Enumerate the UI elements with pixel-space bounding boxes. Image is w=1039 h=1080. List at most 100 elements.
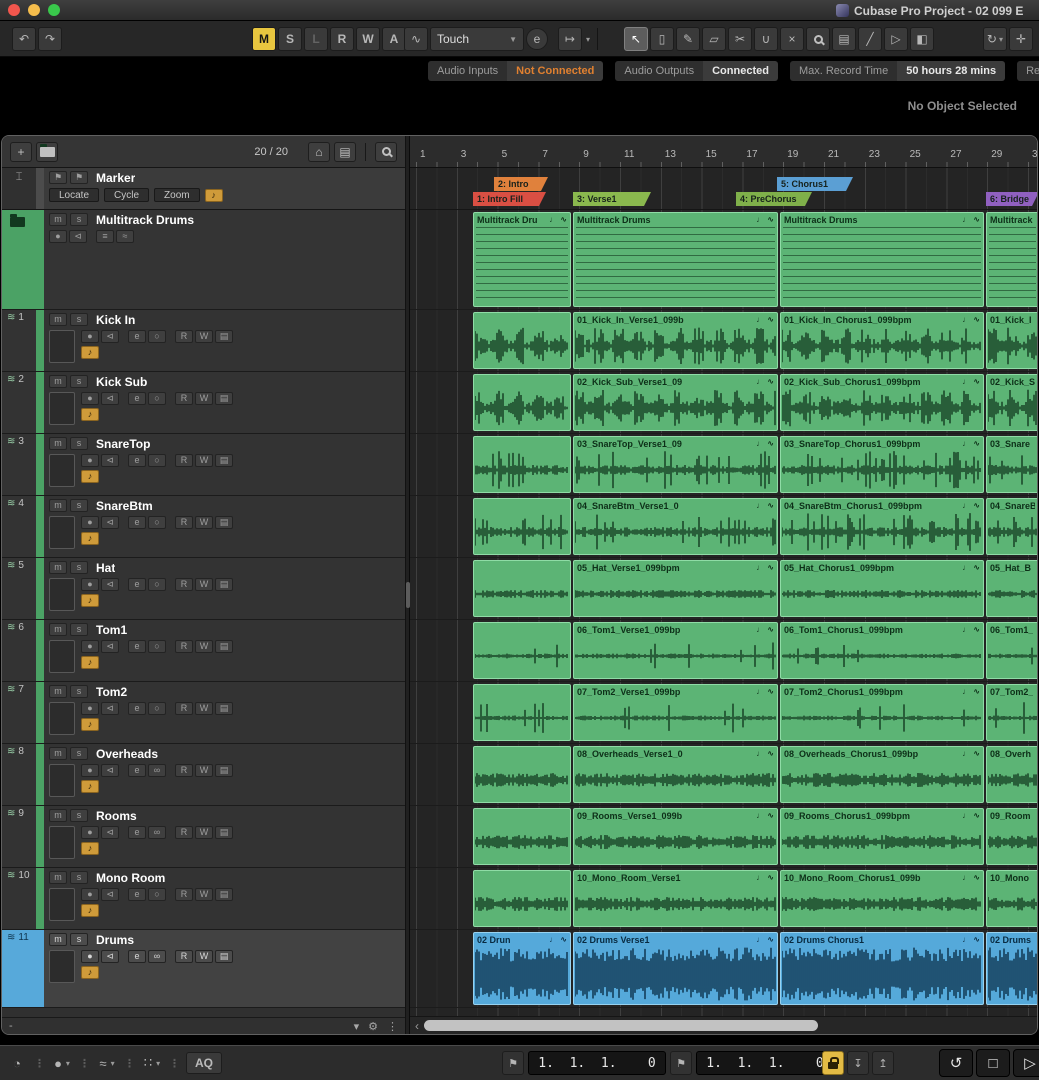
audio-event-04-snarebtm-chorus1-099bpm[interactable]: 04_SnareBtm_Chorus1_099bpm♩∿ [780, 498, 984, 555]
track-picture[interactable] [49, 826, 75, 859]
audio-event-09-rooms-chorus1-099bpm[interactable]: 09_Rooms_Chorus1_099bpm♩∿ [780, 808, 984, 865]
mute-automation-button[interactable]: M [252, 27, 276, 51]
edit-channel-button[interactable]: e [128, 578, 146, 591]
comp-tool[interactable]: ▤ [832, 27, 856, 51]
audio-event-02-drums[interactable]: 02 Drums [986, 932, 1037, 1005]
monitor-button[interactable]: ⊲ [101, 392, 119, 405]
track-picture[interactable] [49, 578, 75, 611]
solo-button[interactable]: s [70, 809, 88, 822]
audio-event-03-snaretop-chorus1-099bpm[interactable]: 03_SnareTop_Chorus1_099bpm♩∿ [780, 436, 984, 493]
marker-6-bridge[interactable]: 6: Bridge [986, 192, 1037, 206]
record-enable-button[interactable]: ● [81, 454, 99, 467]
use-track-preset-button[interactable] [36, 142, 58, 162]
read-automation-button[interactable]: R [175, 950, 193, 963]
write-automation-button[interactable]: W [195, 888, 213, 901]
track-picture[interactable] [49, 392, 75, 425]
show-lanes-button[interactable]: ▤ [215, 764, 233, 777]
zoom-window-button[interactable] [48, 4, 60, 16]
inserts-state-button[interactable]: ○ [148, 516, 166, 529]
audio-event-04-snareb[interactable]: 04_SnareB [986, 498, 1037, 555]
audio-event-snarebtm-0[interactable] [473, 498, 571, 555]
zoom-tracks-out-button[interactable]: - [9, 1020, 13, 1032]
track-list-config-button[interactable]: ▤ [334, 142, 356, 162]
solo-button[interactable]: s [70, 871, 88, 884]
inserts-state-button[interactable]: ○ [148, 454, 166, 467]
add-marker-button[interactable]: ⚑ [49, 171, 67, 184]
track-header-hat[interactable]: ≋5msHat●⊲e○RW▤♪ [2, 558, 405, 620]
edit-channel-button[interactable]: e [128, 888, 146, 901]
audio-event-multitrack[interactable]: Multitrack [986, 212, 1037, 307]
audio-event-02-drums-chorus1[interactable]: 02 Drums Chorus1♩∿ [780, 932, 984, 1005]
audio-event-01-kick-in-chorus1-099bpm[interactable]: 01_Kick_In_Chorus1_099bpm♩∿ [780, 312, 984, 369]
monitor-button[interactable]: ⊲ [101, 578, 119, 591]
left-locator-display[interactable]: 1. 1. 1. 0 [528, 1051, 666, 1075]
read-automation-button[interactable]: R [175, 640, 193, 653]
record-enable-button[interactable]: ● [81, 578, 99, 591]
track-header-snaretop[interactable]: ≋3msSnareTop●⊲e○RW▤♪ [2, 434, 405, 496]
marker-4-prechorus[interactable]: 4: PreChorus [736, 192, 812, 206]
write-automation-button[interactable]: W [195, 330, 213, 343]
musical-timebase-button[interactable]: ♪ [81, 904, 99, 917]
show-lanes-button[interactable]: ▤ [215, 950, 233, 963]
audio-event-10-mono[interactable]: 10_Mono [986, 870, 1037, 927]
track-header-mono-room[interactable]: ≋10msMono Room●⊲e○RW▤♪ [2, 868, 405, 930]
audio-event-06-tom1[interactable]: 06_Tom1_ [986, 622, 1037, 679]
track-picture[interactable] [49, 888, 75, 921]
write-automation-button[interactable]: W [195, 516, 213, 529]
record-enable-button[interactable]: ● [81, 640, 99, 653]
write-automation-button[interactable]: W [195, 454, 213, 467]
audio-event-04-snarebtm-verse1-0[interactable]: 04_SnareBtm_Verse1_0♩∿ [573, 498, 778, 555]
edit-channel-button[interactable]: e [128, 764, 146, 777]
solo-button[interactable]: s [70, 213, 88, 226]
track-picture[interactable] [49, 516, 75, 549]
audio-event-02-kick-sub-chorus1-099bpm[interactable]: 02_Kick_Sub_Chorus1_099bpm♩∿ [780, 374, 984, 431]
snap-mode-button[interactable]: ↻▾ [983, 27, 1007, 51]
edit-channel-button[interactable]: e [128, 640, 146, 653]
audio-event-07-tom2-chorus1-099bpm[interactable]: 07_Tom2_Chorus1_099bpm♩∿ [780, 684, 984, 741]
solo-button[interactable]: s [70, 561, 88, 574]
redo-button[interactable]: ↷ [38, 27, 62, 51]
inserts-state-button[interactable]: ○ [148, 888, 166, 901]
play-tool[interactable]: ▷ [884, 27, 908, 51]
inserts-state-button[interactable]: ○ [148, 578, 166, 591]
audio-event-08-overh[interactable]: 08_Overh [986, 746, 1037, 803]
constrain-delay-button[interactable]: ◔ [6, 1051, 28, 1075]
zoom-tool[interactable] [806, 27, 830, 51]
track-picture[interactable] [49, 330, 75, 363]
track-header-overheads[interactable]: ≋8msOverheads●⊲e∞RW▤♪ [2, 744, 405, 806]
mute-button[interactable]: m [49, 747, 67, 760]
line-tool[interactable]: ╱ [858, 27, 882, 51]
write-automation-button[interactable]: W [195, 950, 213, 963]
record-enable-button[interactable]: ● [81, 888, 99, 901]
read-automation-button[interactable]: R [175, 454, 193, 467]
read-automation-button[interactable]: R [175, 888, 193, 901]
autoscroll-options-chevron[interactable]: ▾ [586, 35, 590, 44]
scroll-left-arrow-icon[interactable]: ‹ [410, 1019, 424, 1033]
track-header-kick-in[interactable]: ≋1msKick In●⊲e○RW▤♪ [2, 310, 405, 372]
audio-event-snaretop-0[interactable] [473, 436, 571, 493]
record-mode-button[interactable]: ●▾ [51, 1051, 73, 1075]
track-header-tom2[interactable]: ≋7msTom2●⊲e○RW▤♪ [2, 682, 405, 744]
audio-event-tom2-0[interactable] [473, 684, 571, 741]
audio-event-mono-room-0[interactable] [473, 870, 571, 927]
monitor-button[interactable]: ⊲ [101, 764, 119, 777]
edit-channel-button[interactable]: e [128, 950, 146, 963]
cycle-transport-button[interactable]: ↺ [939, 1049, 973, 1077]
locate-button[interactable]: Locate [49, 188, 99, 202]
marker-3-verse1[interactable]: 3: Verse1 [573, 192, 651, 206]
read-automation-button[interactable]: R [175, 516, 193, 529]
record-enable-button[interactable]: ● [81, 392, 99, 405]
setup-toolbar-button[interactable]: ✛ [1009, 27, 1033, 51]
gear-icon[interactable]: ⚙ [368, 1020, 378, 1033]
scroll-down-icon[interactable]: ▾ [354, 1020, 360, 1033]
mute-button[interactable]: m [49, 685, 67, 698]
monitor-button[interactable]: ⊲ [101, 702, 119, 715]
audio-event-05-hat-verse1-099bpm[interactable]: 05_Hat_Verse1_099bpm♩∿ [573, 560, 778, 617]
audio-event-hat-0[interactable] [473, 560, 571, 617]
solo-button[interactable]: s [70, 685, 88, 698]
track-picture[interactable] [49, 764, 75, 797]
solo-button[interactable]: s [70, 437, 88, 450]
phase-coherent-button[interactable]: ≈ [116, 230, 134, 243]
find-tracks-button[interactable] [375, 142, 397, 162]
add-track-button[interactable]: + [10, 142, 32, 162]
